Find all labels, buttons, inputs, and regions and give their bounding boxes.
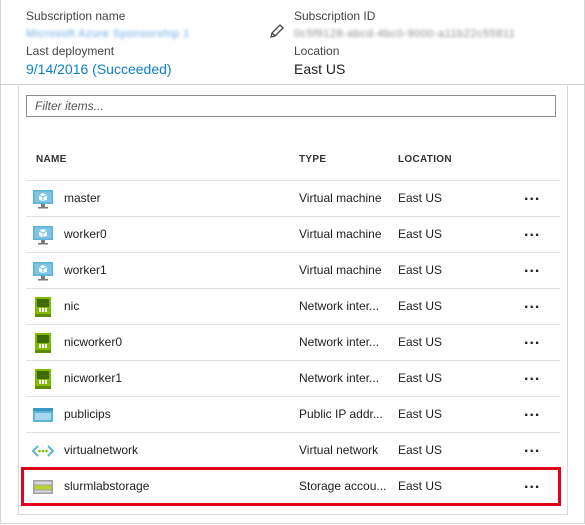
more-options-icon[interactable]: ... [524,403,540,421]
essentials-divider [0,84,585,85]
table-row[interactable]: nic Network inter... East US... [26,288,560,324]
network-interface-icon [32,368,54,390]
subscription-id-value: 0c5f9128-abcd-4bc0-9000-a11b22c55811 [294,28,516,40]
more-options-icon[interactable]: ... [524,331,540,349]
network-interface-icon [32,332,54,354]
row-location: East US [398,335,443,349]
location-value: East US [294,61,346,77]
subscription-name-item: Subscription name Microsoft Azure Sponso… [26,9,190,43]
table-row[interactable]: nicworker0 Network inter... East US... [26,324,560,360]
more-options-icon[interactable]: ... [524,187,540,205]
filter-items-input[interactable] [26,95,556,117]
row-name[interactable]: nic [64,299,79,313]
row-name[interactable]: master [64,191,101,205]
more-options-icon[interactable]: ... [524,259,540,277]
row-type: Network inter... [299,335,380,349]
resources-table: master Virtual machine East US... worker0 Vi… [26,180,560,504]
row-name[interactable]: virtualnetwork [64,443,138,457]
column-header-name[interactable]: NAME [36,154,67,165]
row-name[interactable]: nicworker0 [64,335,122,349]
subscription-id-item: Subscription ID 0c5f9128-abcd-4bc0-9000-… [294,9,515,43]
row-name[interactable]: worker1 [64,263,107,277]
row-type: Virtual machine [299,227,382,241]
last-deployment-link[interactable]: 9/14/2016 (Succeeded) [26,60,172,78]
column-header-location[interactable]: LOCATION [398,154,452,165]
row-type: Virtual machine [299,191,382,205]
column-header-type[interactable]: TYPE [299,154,326,165]
row-location: East US [398,371,443,385]
table-row[interactable]: worker1 Virtual machine East US... [26,252,560,288]
row-type: Virtual network [299,443,379,457]
edit-pencil-icon[interactable] [268,22,286,40]
more-options-icon[interactable]: ... [524,223,540,241]
virtual-machine-icon [32,224,54,246]
row-type: Network inter... [299,299,380,313]
row-name[interactable]: worker0 [64,227,107,241]
row-location: East US [398,191,443,205]
row-location: East US [398,263,443,277]
subscription-name-label: Subscription name [26,9,126,23]
table-row[interactable]: worker0 Virtual machine East US... [26,216,560,252]
row-location: East US [398,227,443,241]
row-type: Public IP addr... [299,407,383,421]
row-type: Virtual machine [299,263,382,277]
table-row[interactable]: virtualnetwork Virtual network East US... [26,432,560,468]
highlight-box [21,467,561,506]
virtual-network-icon [31,440,55,462]
essentials-section: Subscription name Microsoft Azure Sponso… [0,0,585,84]
row-type: Network inter... [299,371,380,385]
table-row[interactable]: publicips Public IP addr... East US... [26,396,560,432]
row-name[interactable]: nicworker1 [64,371,122,385]
more-options-icon[interactable]: ... [524,295,540,313]
virtual-machine-icon [32,260,54,282]
more-options-icon[interactable]: ... [524,367,540,385]
last-deployment-label: Last deployment [26,44,115,58]
subscription-id-label: Subscription ID [294,9,376,23]
more-options-icon[interactable]: ... [524,439,540,457]
location-item: Location East US [294,44,345,78]
row-location: East US [398,299,443,313]
virtual-machine-icon [32,188,54,210]
public-ip-icon [32,404,54,426]
row-location: East US [398,407,443,421]
table-row[interactable]: master Virtual machine East US... [26,180,560,216]
last-deployment-item: Last deployment 9/14/2016 (Succeeded) [26,44,172,78]
row-location: East US [398,443,443,457]
location-label: Location [294,44,340,58]
table-row[interactable]: nicworker1 Network inter... East US... [26,360,560,396]
row-name[interactable]: publicips [64,407,111,421]
subscription-name-link[interactable]: Microsoft Azure Sponsorship 1 [26,25,190,43]
network-interface-icon [32,296,54,318]
